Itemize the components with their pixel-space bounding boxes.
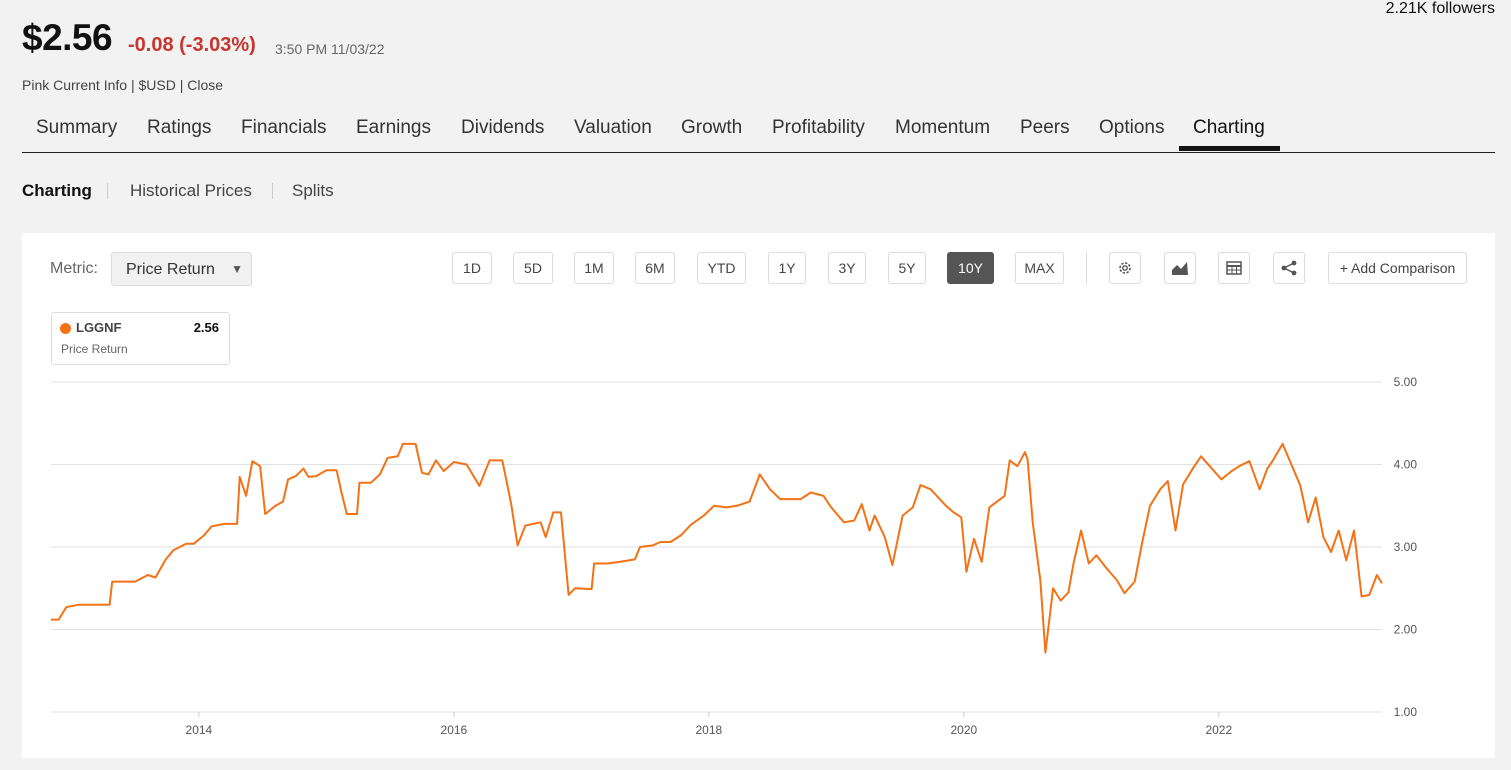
- subtab-divider: [272, 183, 273, 199]
- y-tick-label: 3.00: [1394, 540, 1418, 554]
- tab-momentum[interactable]: Momentum: [895, 117, 990, 139]
- x-tick-label: 2020: [950, 723, 977, 737]
- subtab-divider: [107, 183, 108, 199]
- series-line-lggnf: [51, 442, 1383, 654]
- tab-ratings[interactable]: Ratings: [147, 117, 211, 139]
- y-tick-label: 1.00: [1394, 705, 1418, 719]
- y-tick-label: 5.00: [1394, 375, 1418, 389]
- active-tab-indicator: [1179, 146, 1280, 151]
- tab-charting[interactable]: Charting: [1193, 117, 1265, 139]
- tab-earnings[interactable]: Earnings: [356, 117, 431, 139]
- subtab-historical-prices[interactable]: Historical Prices: [130, 181, 252, 201]
- x-tick-label: 2018: [695, 723, 722, 737]
- y-tick-label: 4.00: [1394, 458, 1418, 472]
- current-price: $2.56: [22, 17, 113, 58]
- quote-timestamp: 3:50 PM 11/03/22: [275, 41, 385, 57]
- x-tick-label: 2014: [186, 723, 213, 737]
- price-change: -0.08 (-3.03%): [128, 34, 256, 56]
- tab-financials[interactable]: Financials: [241, 117, 327, 139]
- y-tick-label: 2.00: [1394, 623, 1418, 637]
- tab-growth[interactable]: Growth: [681, 117, 742, 139]
- tab-dividends[interactable]: Dividends: [461, 117, 544, 139]
- quote-subinfo: Pink Current Info | $USD | Close: [22, 77, 224, 93]
- main-tabs: Summary Ratings Financials Earnings Divi…: [22, 108, 1495, 153]
- tab-peers[interactable]: Peers: [1020, 117, 1070, 139]
- x-tick-label: 2022: [1205, 723, 1232, 737]
- subtab-charting[interactable]: Charting: [22, 181, 92, 201]
- tab-valuation[interactable]: Valuation: [574, 117, 652, 139]
- subtab-splits[interactable]: Splits: [292, 181, 334, 201]
- followers-count: 2.21K followers: [1385, 0, 1495, 17]
- price-chart[interactable]: 5.00 4.00 3.00 2.00 1.00 2014 2016 2018 2020 202…: [22, 233, 1495, 758]
- tab-profitability[interactable]: Profitability: [772, 117, 865, 139]
- tab-options[interactable]: Options: [1099, 117, 1164, 139]
- chart-panel: Metric: Price Return ▼ 1D 5D 1M 6M YTD 1…: [22, 233, 1495, 758]
- x-tick-label: 2016: [441, 723, 468, 737]
- tab-summary[interactable]: Summary: [36, 117, 117, 139]
